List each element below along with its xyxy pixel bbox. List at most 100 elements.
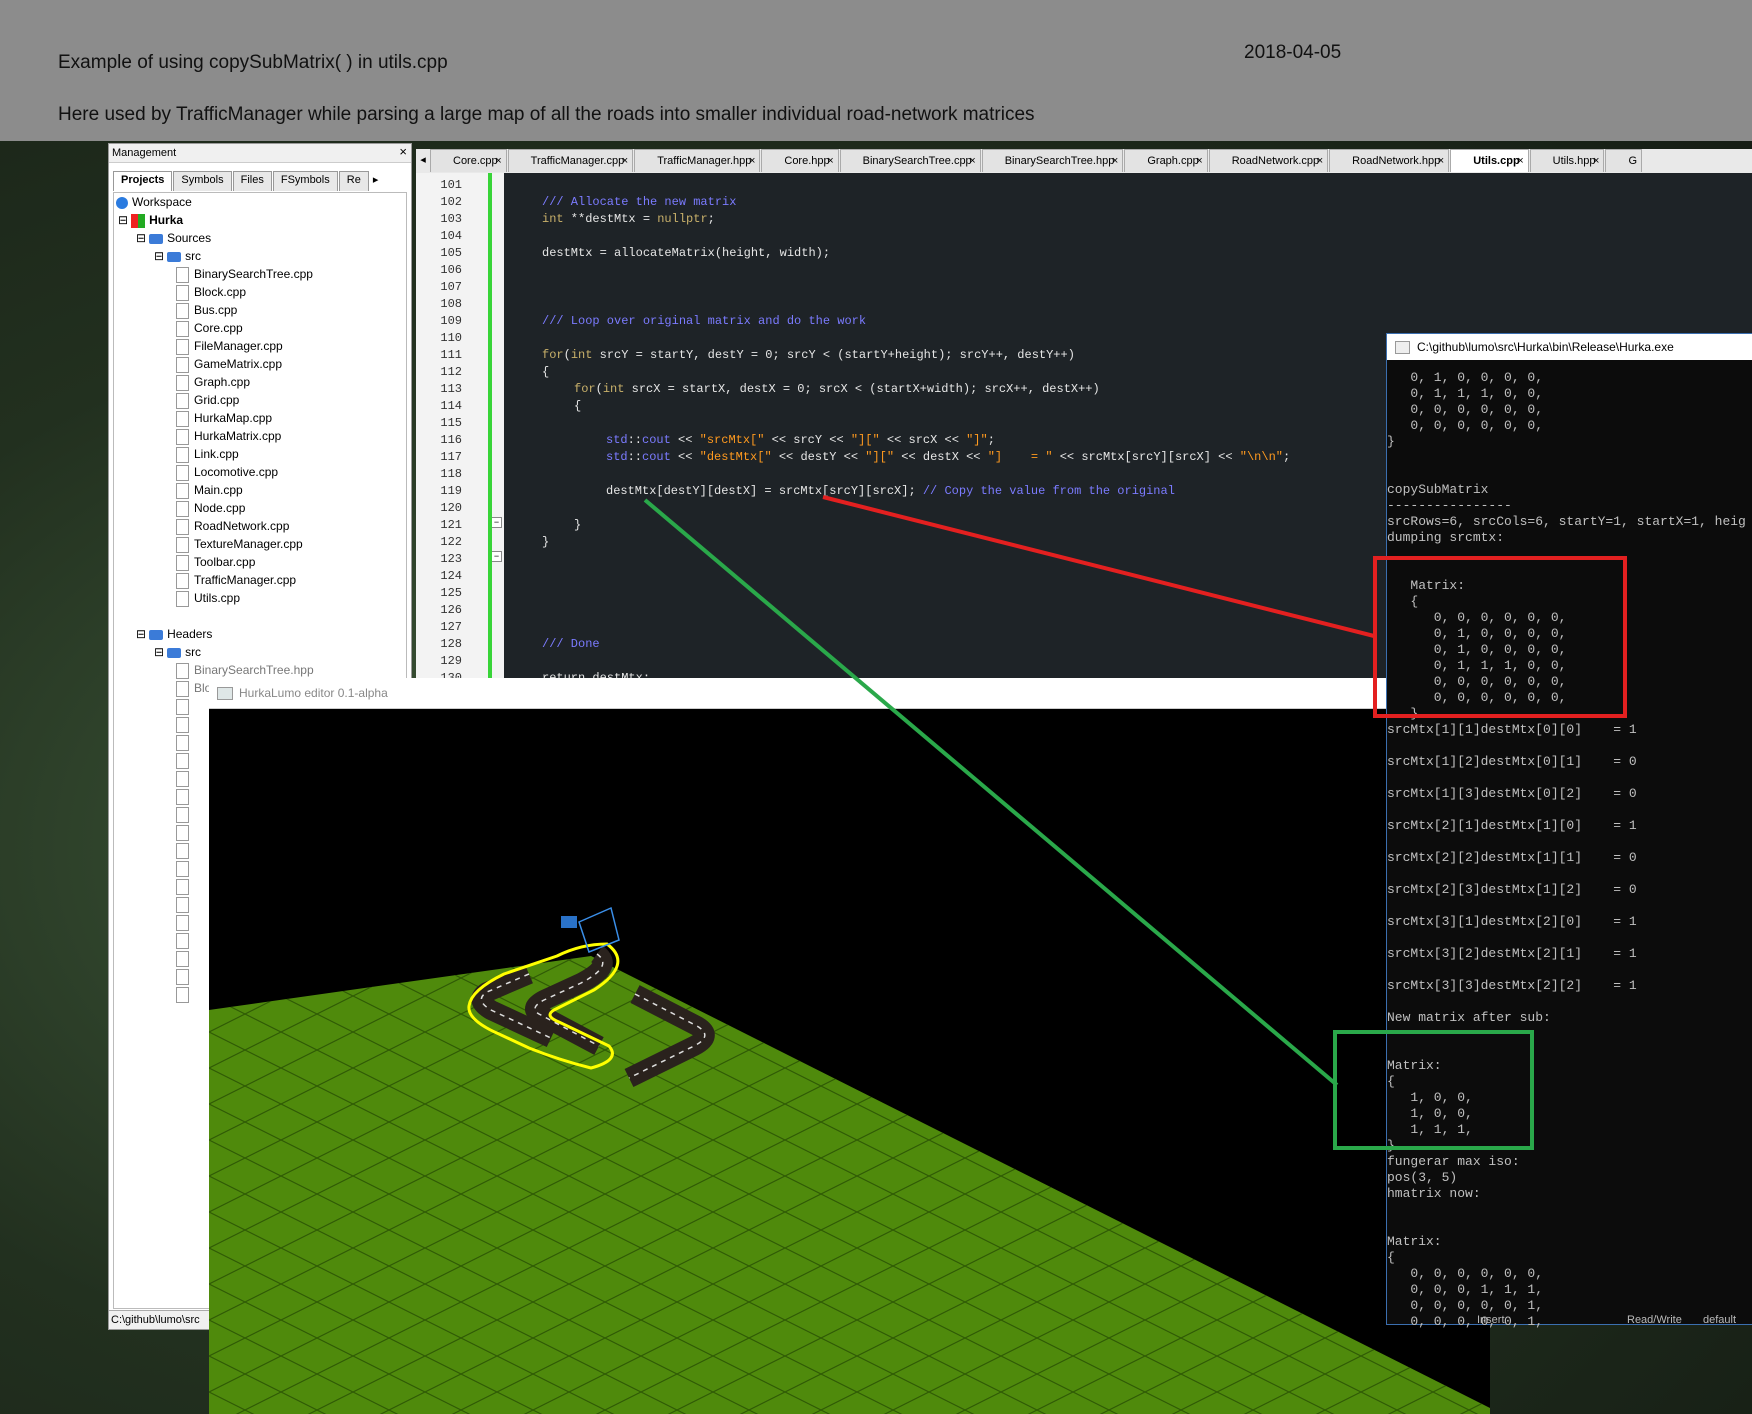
code-token: // Copy the value from the original: [922, 484, 1175, 498]
tree-file-label: Graph.cpp: [194, 375, 251, 389]
tree-file-item[interactable]: Grid.cpp: [176, 391, 239, 409]
editor-tab[interactable]: Core.cpp ×: [430, 149, 507, 172]
tree-file-item[interactable]: Locomotive.cpp: [176, 463, 278, 481]
editor-tab[interactable]: RoadNetwork.cpp ×: [1208, 149, 1329, 172]
console-titlebar[interactable]: C:\github\lumo\src\Hurka\bin\Release\Hur…: [1387, 334, 1752, 360]
tab-fsymbols[interactable]: FSymbols: [272, 171, 338, 191]
close-tab-icon[interactable]: ×: [495, 150, 501, 172]
collapse-icon[interactable]: ⊟: [136, 627, 146, 641]
editor-tab[interactable]: BinarySearchTree.hpp ×: [981, 149, 1124, 172]
collapse-icon[interactable]: ⊟: [154, 249, 164, 263]
editor-tab[interactable]: Core.hpp ×: [761, 149, 839, 172]
code-line-109[interactable]: /// Loop over original matrix and do the…: [542, 314, 866, 328]
tree-file-item[interactable]: RoadNetwork.cpp: [176, 517, 289, 535]
tree-file-item[interactable]: FileManager.cpp: [176, 337, 283, 355]
editor-tab[interactable]: Graph.cpp ×: [1124, 149, 1208, 172]
tree-file-item[interactable]: Block.cpp: [176, 283, 246, 301]
tree-sources-folder[interactable]: ⊟ Sources: [136, 229, 211, 247]
code-token: int: [602, 382, 625, 396]
folder-icon: [149, 629, 164, 640]
tree-file-label: Core.cpp: [194, 321, 243, 335]
editor-tab[interactable]: BinarySearchTree.cpp ×: [839, 149, 981, 172]
code-line-102[interactable]: /// Allocate the new matrix: [542, 195, 736, 209]
code-line-119[interactable]: destMtx[destY][destX] = srcMtx[srcY][src…: [606, 484, 1175, 498]
editor-tab[interactable]: TrafficManager.cpp ×: [507, 149, 634, 172]
file-icon: [176, 967, 194, 985]
tree-file-item[interactable]: GameMatrix.cpp: [176, 355, 282, 373]
tab-scroll-icon[interactable]: ▸: [370, 171, 382, 191]
tree-file-item[interactable]: HurkaMap.cpp: [176, 409, 272, 427]
fold-toggle-icon[interactable]: −: [491, 551, 502, 562]
code-line-128[interactable]: /// Done: [542, 637, 600, 651]
tab-symbols[interactable]: Symbols: [173, 171, 232, 191]
line-number: 103: [440, 212, 462, 226]
file-icon: [176, 284, 189, 301]
code-line-103[interactable]: int **destMtx = nullptr;: [542, 212, 715, 226]
line-number: 122: [440, 535, 462, 549]
tree-file-item[interactable]: Core.cpp: [176, 319, 243, 337]
tree-file-item[interactable]: Utils.cpp: [176, 589, 240, 607]
code-token: int: [570, 348, 593, 362]
tree-project-hurka[interactable]: ⊟ Hurka: [118, 211, 183, 229]
code-line-111[interactable]: for(int srcY = startY, destY = 0; srcY <…: [542, 348, 1075, 362]
code-token: <<: [670, 433, 700, 447]
line-number: 108: [440, 297, 462, 311]
collapse-icon[interactable]: ⊟: [154, 645, 164, 659]
code-line-112[interactable]: {: [542, 365, 549, 379]
code-line-114[interactable]: {: [574, 399, 581, 413]
tree-project-label: Hurka: [149, 213, 184, 227]
code-line-113[interactable]: for(int srcX = startX, destX = 0; srcX <…: [574, 382, 1100, 396]
tree-file-item[interactable]: Node.cpp: [176, 499, 245, 517]
code-line-122[interactable]: }: [542, 535, 549, 549]
tree-workspace[interactable]: Workspace: [116, 193, 192, 211]
tree-file-item[interactable]: TrafficManager.cpp: [176, 571, 296, 589]
code-line-121[interactable]: }: [574, 518, 581, 532]
annotation-description: Here used by TrafficManager while parsin…: [58, 104, 1035, 125]
code-line-116[interactable]: std::cout << "srcMtx[" << srcY << "][" <…: [606, 433, 995, 447]
editor-tab[interactable]: Utils.hpp ×: [1529, 149, 1605, 172]
tree-file-label: BinarySearchTree.cpp: [194, 267, 313, 281]
close-tab-icon[interactable]: ×: [1196, 150, 1202, 172]
close-tab-icon[interactable]: ×: [622, 150, 628, 172]
close-tab-icon[interactable]: ×: [1517, 150, 1523, 172]
code-line-117[interactable]: std::cout << "destMtx[" << destY << "]["…: [606, 450, 1290, 464]
tree-file-item[interactable]: Toolbar.cpp: [176, 553, 255, 571]
editor-tab[interactable]: G: [1605, 149, 1643, 172]
tree-file-item[interactable]: TextureManager.cpp: [176, 535, 303, 553]
console-output[interactable]: 0, 1, 0, 0, 0, 0, 0, 1, 1, 1, 0, 0, 0, 0…: [1387, 370, 1746, 1330]
tree-headers-folder[interactable]: ⊟ Headers: [136, 625, 212, 643]
tree-file-item[interactable]: Link.cpp: [176, 445, 239, 463]
tree-headers-src-folder[interactable]: ⊟ src: [154, 643, 201, 661]
close-tab-icon[interactable]: ×: [969, 150, 975, 172]
tree-file-item[interactable]: Graph.cpp: [176, 373, 250, 391]
game-window-titlebar[interactable]: HurkaLumo editor 0.1-alpha: [209, 678, 1490, 709]
editor-tab[interactable]: TrafficManager.hpp ×: [634, 149, 761, 172]
isometric-map-canvas[interactable]: [209, 708, 1490, 1414]
close-tab-icon[interactable]: ×: [1438, 150, 1444, 172]
collapse-icon[interactable]: ⊟: [136, 231, 146, 245]
tree-src-folder[interactable]: ⊟ src: [154, 247, 201, 265]
close-tab-icon[interactable]: ×: [749, 150, 755, 172]
collapse-icon[interactable]: ⊟: [118, 213, 128, 227]
tree-file-item[interactable]: Bus.cpp: [176, 301, 237, 319]
tree-file-item[interactable]: HurkaMatrix.cpp: [176, 427, 281, 445]
tab-scroll-left-icon[interactable]: ◂: [416, 149, 430, 173]
close-tab-icon[interactable]: ×: [1593, 150, 1599, 172]
tree-file-item[interactable]: BinarySearchTree.hpp: [176, 661, 314, 679]
tree-file-item[interactable]: BinarySearchTree.cpp: [176, 265, 313, 283]
code-line-105[interactable]: destMtx = allocateMatrix(height, width);: [542, 246, 830, 260]
file-icon: [176, 859, 194, 877]
tab-projects[interactable]: Projects: [113, 171, 173, 191]
editor-tab[interactable]: Utils.cpp ×: [1450, 149, 1529, 172]
tab-files[interactable]: Files: [232, 171, 272, 191]
fold-toggle-icon[interactable]: −: [491, 517, 502, 528]
editor-tab[interactable]: RoadNetwork.hpp ×: [1329, 149, 1450, 172]
close-tab-icon[interactable]: ×: [827, 150, 833, 172]
file-icon: [176, 769, 194, 787]
tree-file-item[interactable]: Main.cpp: [176, 481, 243, 499]
tab-resources[interactable]: Re: [338, 171, 369, 191]
close-icon[interactable]: ×: [399, 144, 407, 159]
tree-headers-label: Headers: [167, 627, 213, 641]
close-tab-icon[interactable]: ×: [1317, 150, 1323, 172]
close-tab-icon[interactable]: ×: [1112, 150, 1118, 172]
